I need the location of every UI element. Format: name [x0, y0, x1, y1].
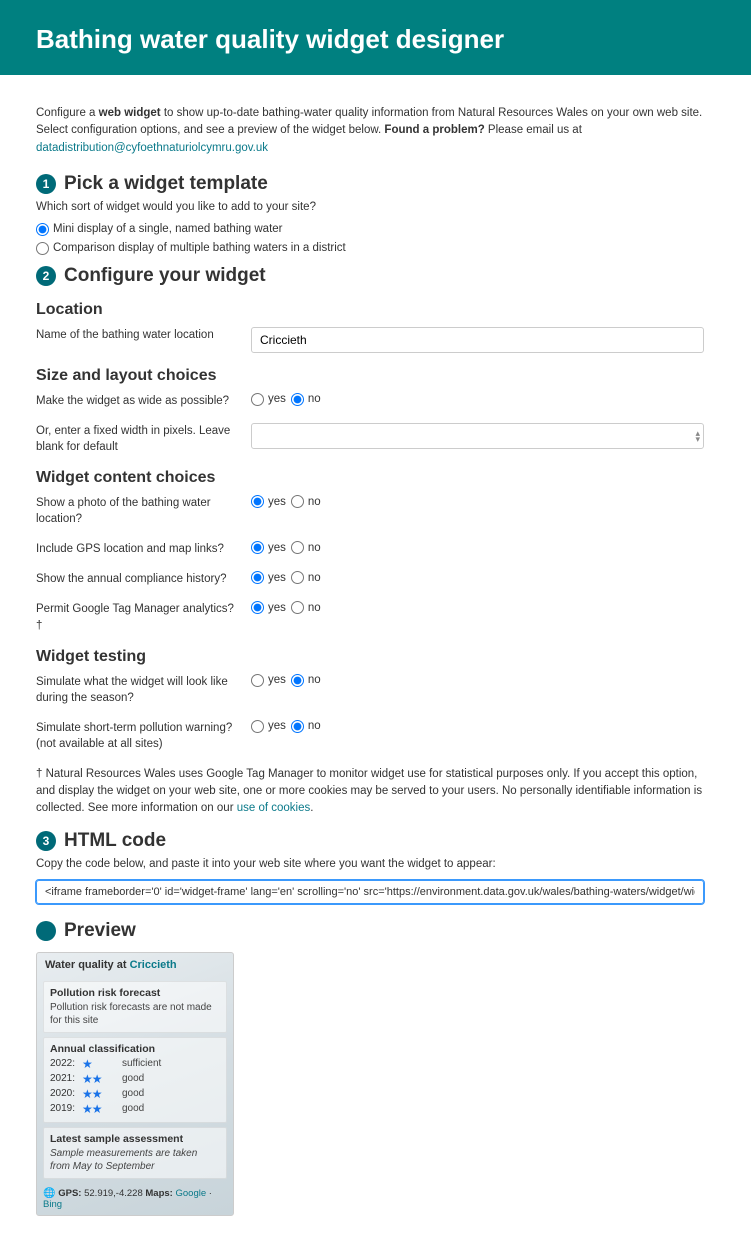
- html-code-input[interactable]: [36, 880, 704, 904]
- season-yes[interactable]: [251, 674, 264, 687]
- ac-row: 2021: ★★ good: [50, 1072, 220, 1086]
- ac-row: 2019: ★★ good: [50, 1102, 220, 1116]
- radio-comparison[interactable]: [36, 242, 49, 255]
- wide-no[interactable]: [291, 393, 304, 406]
- gtm-row: Permit Google Tag Manager analytics? † y…: [36, 601, 704, 633]
- season-no[interactable]: [291, 674, 304, 687]
- top-bar: [0, 0, 751, 8]
- email-link[interactable]: datadistribution@cyfoethnaturiolcymru.go…: [36, 142, 268, 154]
- prf-box: Pollution risk forecast Pollution risk f…: [43, 981, 227, 1033]
- annual-yes[interactable]: [251, 571, 264, 584]
- ac-row: 2020: ★★ good: [50, 1087, 220, 1101]
- ac-box: Annual classification 2022: ★ sufficient…: [43, 1037, 227, 1123]
- intro-text: Configure a web widget to show up-to-dat…: [36, 105, 704, 157]
- pollution-row: Simulate short-term pollution warning? (…: [36, 720, 704, 752]
- section-3-heading: 3 HTML code: [36, 830, 704, 852]
- template-option-mini[interactable]: Mini display of a single, named bathing …: [36, 223, 704, 236]
- annual-row: Show the annual compliance history? yes …: [36, 571, 704, 587]
- radio-mini[interactable]: [36, 223, 49, 236]
- gtm-no[interactable]: [291, 601, 304, 614]
- google-map-link[interactable]: Google: [175, 1188, 206, 1199]
- gps-yes[interactable]: [251, 541, 264, 554]
- section-2-heading: 2 Configure your widget: [36, 265, 704, 287]
- page-title: Bathing water quality widget designer: [36, 24, 715, 55]
- season-row: Simulate what the widget will look like …: [36, 674, 704, 706]
- location-heading: Location: [36, 301, 704, 319]
- annual-no[interactable]: [291, 571, 304, 584]
- template-option-comparison[interactable]: Comparison display of multiple bathing w…: [36, 242, 704, 255]
- gtm-yes[interactable]: [251, 601, 264, 614]
- gps-row: Include GPS location and map links? yes …: [36, 541, 704, 557]
- lsa-box: Latest sample assessment Sample measurem…: [43, 1127, 227, 1179]
- step-number-3: 3: [36, 831, 56, 851]
- pollution-yes[interactable]: [251, 720, 264, 733]
- ac-row: 2022: ★ sufficient: [50, 1057, 220, 1071]
- location-row: Name of the bathing water location: [36, 327, 704, 353]
- header: Bathing water quality widget designer: [0, 8, 751, 75]
- width-row: Or, enter a fixed width in pixels. Leave…: [36, 423, 704, 455]
- wide-yn: yes no: [251, 393, 704, 406]
- globe-icon: 🌐: [43, 1188, 58, 1199]
- width-input[interactable]: [251, 423, 704, 449]
- cookies-link[interactable]: use of cookies: [237, 802, 311, 814]
- content-heading: Widget content choices: [36, 469, 704, 487]
- footnote: † Natural Resources Wales uses Google Ta…: [36, 766, 704, 818]
- bing-map-link[interactable]: Bing: [43, 1199, 62, 1210]
- location-input[interactable]: [251, 327, 704, 353]
- size-heading: Size and layout choices: [36, 367, 704, 385]
- spinner-icon[interactable]: ▴▾: [695, 430, 700, 442]
- photo-yes[interactable]: [251, 495, 264, 508]
- wide-row: Make the widget as wide as possible? yes…: [36, 393, 704, 409]
- content: Configure a web widget to show up-to-dat…: [0, 75, 740, 1236]
- section-1-heading: 1 Pick a widget template: [36, 173, 704, 195]
- photo-row: Show a photo of the bathing water locati…: [36, 495, 704, 527]
- preview-dot-icon: [36, 921, 56, 941]
- wide-label: Make the widget as wide as possible?: [36, 393, 251, 409]
- widget-title: Water quality at Criccieth: [37, 953, 233, 977]
- location-label: Name of the bathing water location: [36, 327, 251, 343]
- gps-no[interactable]: [291, 541, 304, 554]
- widget-location-link[interactable]: Criccieth: [130, 959, 177, 971]
- widget-footer: 🌐 GPS: 52.919,-4.228 Maps: Google · Bing: [37, 1183, 233, 1215]
- s1-help: Which sort of widget would you like to a…: [36, 201, 704, 213]
- photo-no[interactable]: [291, 495, 304, 508]
- step-number-2: 2: [36, 266, 56, 286]
- testing-heading: Widget testing: [36, 648, 704, 666]
- pollution-no[interactable]: [291, 720, 304, 733]
- width-label: Or, enter a fixed width in pixels. Leave…: [36, 423, 251, 455]
- preview-heading: Preview: [36, 920, 704, 942]
- preview-widget: Water quality at Criccieth Pollution ris…: [36, 952, 234, 1216]
- step-number-1: 1: [36, 174, 56, 194]
- wide-yes[interactable]: [251, 393, 264, 406]
- s3-help: Copy the code below, and paste it into y…: [36, 858, 704, 870]
